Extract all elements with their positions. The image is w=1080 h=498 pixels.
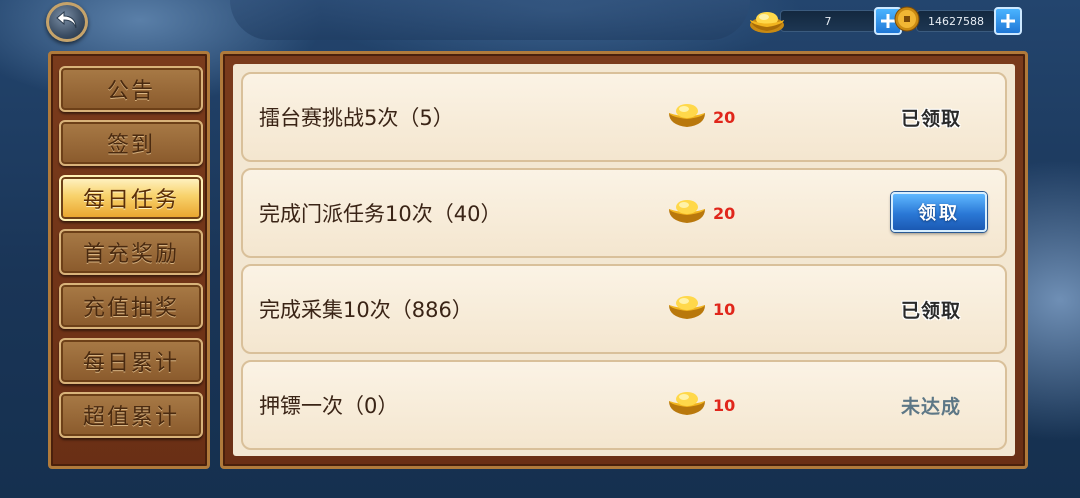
reward-amount: 20	[713, 203, 736, 223]
activity-sidebar: 公告 签到 每日任务 首充奖励 充值抽奖 每日累计 超值累计	[48, 51, 210, 469]
claimed-status: 已领取	[900, 299, 961, 322]
task-row: 完成采集10次（886） 10 已领取	[241, 264, 1007, 354]
gold-ingot-icon	[748, 7, 786, 35]
task-title: 押镖一次（0）	[259, 394, 399, 418]
task-title: 完成采集10次（886）	[259, 298, 473, 322]
reward-amount: 10	[713, 299, 736, 319]
back-arrow-icon	[55, 9, 79, 35]
sidebar-item-first-recharge-reward[interactable]: 首充奖励	[59, 229, 203, 275]
gold-ingot-icon	[667, 197, 707, 229]
sidebar-item-daily-tasks[interactable]: 每日任务	[59, 175, 203, 221]
copper-coin-icon	[894, 6, 920, 36]
gold-ingot-icon	[667, 293, 707, 325]
task-reward: 20	[667, 74, 735, 160]
task-reward: 20	[667, 170, 735, 256]
claim-button[interactable]: 领取	[891, 192, 987, 232]
back-button[interactable]	[46, 2, 88, 42]
background-building	[230, 0, 750, 40]
gold-ingot-icon	[667, 101, 707, 133]
coin-currency: 14627588	[894, 6, 1022, 36]
task-reward: 10	[667, 362, 735, 448]
sidebar-item-recharge-lottery[interactable]: 充值抽奖	[59, 283, 203, 329]
task-title: 完成门派任务10次（40）	[259, 202, 502, 226]
task-title: 擂台赛挑战5次（5）	[259, 106, 454, 130]
task-row: 押镖一次（0） 10 未达成	[241, 360, 1007, 450]
gold-ingot-amount: 7	[780, 10, 876, 32]
add-coin-button[interactable]	[994, 7, 1022, 35]
coin-amount: 14627588	[916, 10, 996, 32]
gold-ingot-currency: 7	[748, 6, 902, 36]
sidebar-item-checkin[interactable]: 签到	[59, 120, 203, 166]
task-reward: 10	[667, 266, 735, 352]
claimed-status: 已领取	[900, 107, 961, 130]
plus-icon	[1001, 14, 1015, 28]
task-list: 擂台赛挑战5次（5） 20 已领取 完成门派任务10次（40） 20 领取 完成…	[233, 64, 1015, 456]
reward-amount: 10	[713, 395, 736, 415]
sidebar-item-value-cumulative[interactable]: 超值累计	[59, 392, 203, 438]
reward-amount: 20	[713, 107, 736, 127]
task-row: 擂台赛挑战5次（5） 20 已领取	[241, 72, 1007, 162]
task-row: 完成门派任务10次（40） 20 领取	[241, 168, 1007, 258]
sidebar-item-daily-cumulative[interactable]: 每日累计	[59, 338, 203, 384]
sidebar-item-announcement[interactable]: 公告	[59, 66, 203, 112]
unfinished-status: 未达成	[900, 395, 961, 418]
daily-tasks-panel: 擂台赛挑战5次（5） 20 已领取 完成门派任务10次（40） 20 领取 完成…	[220, 51, 1028, 469]
gold-ingot-icon	[667, 389, 707, 421]
